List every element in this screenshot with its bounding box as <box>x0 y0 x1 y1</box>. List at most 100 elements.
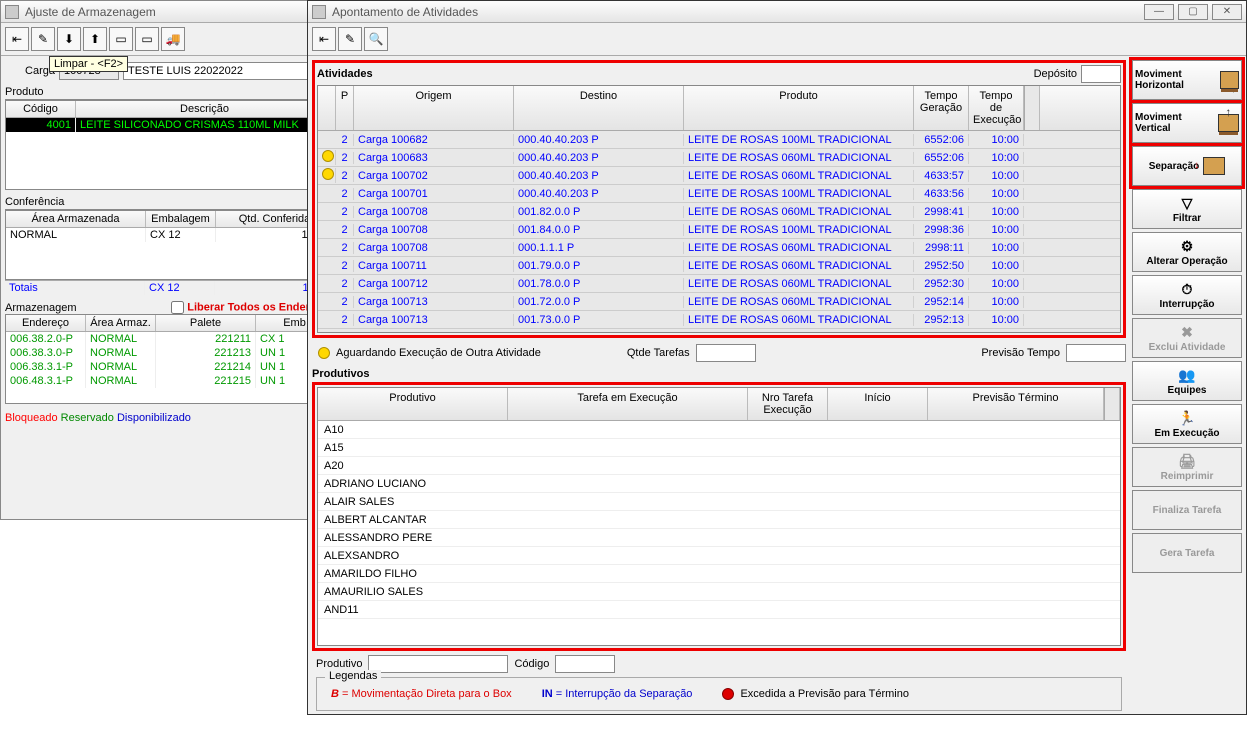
pallet-h-icon <box>1220 71 1239 89</box>
col-p[interactable]: P <box>336 86 354 130</box>
legend-bloqueado: Bloqueado <box>5 412 58 424</box>
legend-exc: Excedida a Previsão para Término <box>740 688 909 700</box>
atividade-row[interactable]: 2 Carga 100712 001.78.0.0 P LEITE DE ROS… <box>318 275 1120 293</box>
col-origem[interactable]: Origem <box>354 86 514 130</box>
scrollbar-prod[interactable] <box>1104 388 1120 420</box>
atividade-row[interactable]: 2 Carga 100701 000.40.40.203 P LEITE DE … <box>318 185 1120 203</box>
red-dot-icon <box>722 688 734 700</box>
atividade-row[interactable]: 2 Carga 100713 001.72.0.0 P LEITE DE ROS… <box>318 293 1120 311</box>
col-tg[interactable]: Tempo Geração <box>914 86 969 130</box>
atividade-row[interactable]: 2 Carga 100708 001.82.0.0 P LEITE DE ROS… <box>318 203 1120 221</box>
search-button-fg[interactable]: 🔍 <box>364 27 388 51</box>
em-execucao-button[interactable]: 🏃 Em Execução <box>1132 404 1242 444</box>
col-te[interactable]: Tempo de Execução <box>969 86 1024 130</box>
produtivo-row[interactable]: ADRIANO LUCIANO <box>318 475 1120 493</box>
produto-row-selected[interactable]: 4001 LEITE SILICONADO CRISMAS 110ML MILK <box>6 118 334 132</box>
totais-row: Totais CX 12 10,00 <box>5 280 335 295</box>
col-codigo[interactable]: Código <box>6 101 76 117</box>
produtivo-filter-field[interactable] <box>368 655 508 673</box>
produtivo-row[interactable]: AND11 <box>318 601 1120 619</box>
arm-row[interactable]: 006.38.2.0-PNORMAL221211CX 1 <box>6 332 334 346</box>
produtivo-row[interactable]: AMARILDO FILHO <box>318 565 1120 583</box>
separacao-button[interactable]: Separação <box>1132 146 1242 186</box>
deposito-field[interactable] <box>1081 65 1121 83</box>
atividade-row[interactable]: 2 Carga 100713 001.74.0.0 P LEITE DE ROS… <box>318 329 1120 333</box>
maximize-button[interactable]: ▢ <box>1178 4 1208 20</box>
window-apontamento-atividades: Apontamento de Atividades — ▢ ✕ ⇤ ✎ 🔍 At… <box>307 0 1247 715</box>
col-area-arm[interactable]: Área Armaz. <box>86 315 156 331</box>
produtivo-row[interactable]: ALBERT ALCANTAR <box>318 511 1120 529</box>
produtivo-row[interactable]: ALAIR SALES <box>318 493 1120 511</box>
arm-row[interactable]: 006.48.3.1-PNORMAL221215UN 1 <box>6 374 334 388</box>
finaliza-tarefa-button[interactable]: Finaliza Tarefa <box>1132 490 1242 530</box>
exit-button-fg[interactable]: ⇤ <box>312 27 336 51</box>
produtivo-row[interactable]: A20 <box>318 457 1120 475</box>
atividade-row[interactable]: 2 Carga 100708 000.1.1.1 P LEITE DE ROSA… <box>318 239 1120 257</box>
col-tarefa[interactable]: Tarefa em Execução <box>508 388 748 420</box>
tool-btn-4[interactable]: ⬆ <box>83 27 107 51</box>
atividade-row[interactable]: 2 Carga 100702 000.40.40.203 P LEITE DE … <box>318 167 1120 185</box>
clear-button[interactable]: ✎ <box>31 27 55 51</box>
team-icon: 👥 <box>1178 367 1195 384</box>
arm-row[interactable]: 006.38.3.1-PNORMAL221214UN 1 <box>6 360 334 374</box>
minimize-button[interactable]: — <box>1144 4 1174 20</box>
toolbar-fg: ⇤ ✎ 🔍 <box>308 23 1246 56</box>
running-icon: 🏃 <box>1178 410 1195 427</box>
codigo-filter-field[interactable] <box>555 655 615 673</box>
tool-btn-7[interactable]: 🚚 <box>161 27 185 51</box>
arm-row[interactable]: 006.38.3.0-PNORMAL221213UN 1 <box>6 346 334 360</box>
col-produto[interactable]: Produto <box>684 86 914 130</box>
produtivo-row[interactable]: A15 <box>318 439 1120 457</box>
col-dot[interactable] <box>318 86 336 130</box>
qtde-label: Qtde Tarefas <box>627 347 690 359</box>
col-palete[interactable]: Palete <box>156 315 256 331</box>
col-area[interactable]: Área Armazenada <box>6 211 146 227</box>
exclui-atividade-button[interactable]: ✖ Exclui Atividade <box>1132 318 1242 358</box>
produtivo-row[interactable]: ALEXSANDRO <box>318 547 1120 565</box>
legendas-title: Legendas <box>325 670 381 682</box>
qtde-field <box>696 344 756 362</box>
produtivo-row[interactable]: A10 <box>318 421 1120 439</box>
conf-row[interactable]: NORMAL CX 12 10,00 <box>6 228 334 242</box>
atividade-row[interactable]: 2 Carga 100713 001.73.0.0 P LEITE DE ROS… <box>318 311 1120 329</box>
moviment-horizontal-button[interactable]: Moviment Horizontal <box>1132 60 1242 100</box>
carga-label: Carga <box>5 65 55 77</box>
tool-btn-3[interactable]: ⬇ <box>57 27 81 51</box>
col-emb[interactable]: Embalagem <box>146 211 216 227</box>
gera-tarefa-button[interactable]: Gera Tarefa <box>1132 533 1242 573</box>
produtivo-row[interactable]: AMAURILIO SALES <box>318 583 1120 601</box>
funnel-icon: ▽ <box>1182 195 1193 212</box>
reimprimir-button[interactable]: 🖨 Reimprimir <box>1132 447 1242 487</box>
stopwatch-icon: ⏱ <box>1182 281 1193 298</box>
equipes-button[interactable]: 👥 Equipes <box>1132 361 1242 401</box>
col-previsao[interactable]: Previsão Término <box>928 388 1104 420</box>
interrupcao-button[interactable]: ⏱ Interrupção <box>1132 275 1242 315</box>
col-inicio[interactable]: Início <box>828 388 928 420</box>
atividade-row[interactable]: 2 Carga 100708 001.84.0.0 P LEITE DE ROS… <box>318 221 1120 239</box>
produtivo-row[interactable]: ALESSANDRO PERE <box>318 529 1120 547</box>
tool-btn-5[interactable]: ▭ <box>109 27 133 51</box>
legend-b: B <box>331 688 339 700</box>
col-produtivo[interactable]: Produtivo <box>318 388 508 420</box>
atividade-row[interactable]: 2 Carga 100682 000.40.40.203 P LEITE DE … <box>318 131 1120 149</box>
atividade-row[interactable]: 2 Carga 100683 000.40.40.203 P LEITE DE … <box>318 149 1120 167</box>
liberar-checkbox[interactable] <box>171 301 184 314</box>
close-button[interactable]: ✕ <box>1212 4 1242 20</box>
col-endereco[interactable]: Endereço <box>6 315 86 331</box>
tool-btn-6[interactable]: ▭ <box>135 27 159 51</box>
pallet-v-icon <box>1218 114 1239 132</box>
toolbar-bg: ⇤ ✎ ⬇ ⬆ ▭ ▭ 🚚 <box>1 23 339 56</box>
alterar-operacao-button[interactable]: ⚙ Alterar Operação <box>1132 232 1242 272</box>
col-nrotarefa[interactable]: Nro Tarefa Execução <box>748 388 828 420</box>
clear-button-fg[interactable]: ✎ <box>338 27 362 51</box>
moviment-vertical-button[interactable]: Moviment Vertical <box>1132 103 1242 143</box>
atividade-row[interactable]: 2 Carga 100711 001.79.0.0 P LEITE DE ROS… <box>318 257 1120 275</box>
exit-button[interactable]: ⇤ <box>5 27 29 51</box>
col-destino[interactable]: Destino <box>514 86 684 130</box>
legendas-box: Legendas B = Movimentação Direta para o … <box>316 677 1122 711</box>
scrollbar-ativ[interactable] <box>1024 86 1040 130</box>
title-fg: Apontamento de Atividades <box>332 5 478 19</box>
col-descricao[interactable]: Descrição <box>76 101 334 117</box>
filtrar-button[interactable]: ▽ Filtrar <box>1132 189 1242 229</box>
legend-in-text: = Interrupção da Separação <box>556 688 693 700</box>
